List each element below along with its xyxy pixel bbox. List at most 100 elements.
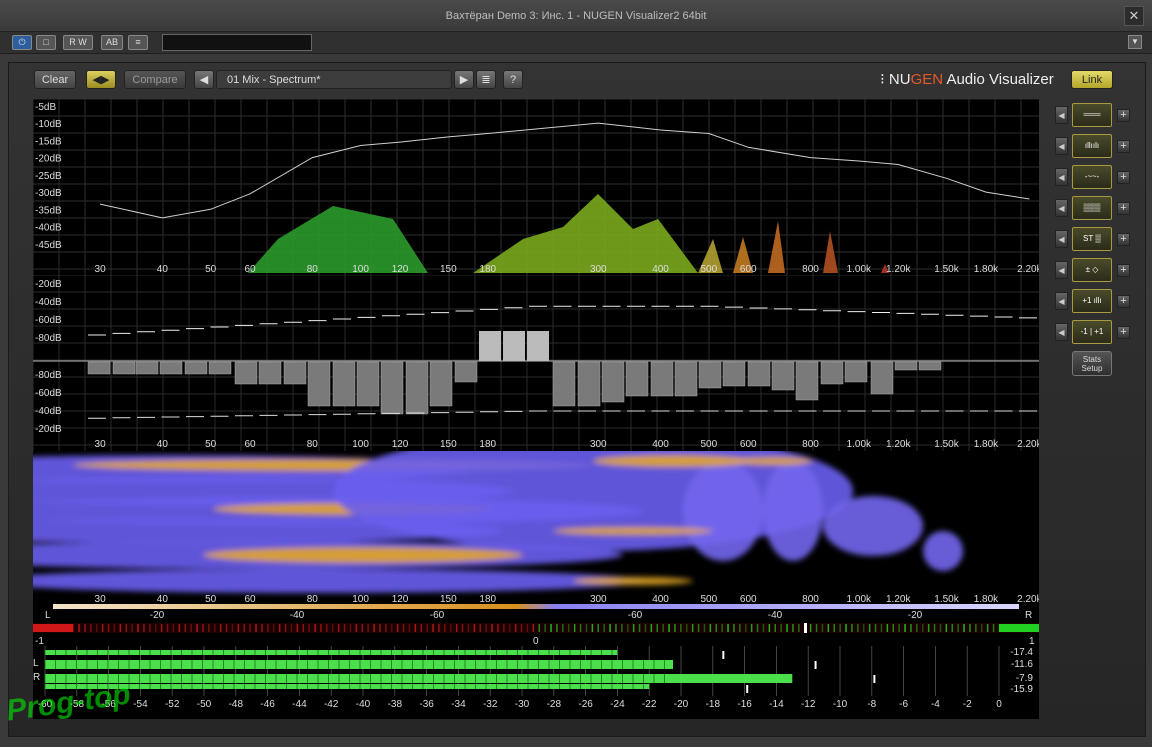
preset-name[interactable]: 01 Mix - Spectrum*	[216, 70, 452, 89]
help-button[interactable]: ?	[503, 70, 523, 89]
spectrum-peak-fill	[248, 206, 428, 273]
stats-bar-down	[332, 361, 356, 407]
correlation-tick	[373, 624, 375, 632]
bars-icon[interactable]: ıllıılı	[1072, 134, 1112, 158]
meter-peak-marker	[722, 651, 725, 659]
mode-collapse-button[interactable]: ◀	[1055, 137, 1068, 155]
correlation-tick	[479, 624, 481, 632]
stats-freq-label-5: 100	[352, 439, 369, 450]
balance-scale: -20 -40 -60 -60 -40 -20	[150, 610, 923, 621]
stats-setup-button[interactable]: Stats Setup	[1072, 351, 1112, 376]
stats-setup-label: Stats	[1082, 355, 1102, 364]
next-preset-button[interactable]: ▶	[454, 70, 474, 89]
balance-left-label: L	[45, 610, 51, 621]
mode-collapse-button[interactable]: ◀	[1055, 168, 1068, 186]
mode-collapse-button[interactable]: ◀	[1055, 323, 1068, 341]
stats-bar-down	[820, 361, 844, 385]
freq-label-14: 1.00k	[847, 264, 872, 275]
correlation-tick	[125, 624, 127, 632]
correlation-tick	[473, 624, 476, 632]
close-button[interactable]: ✕	[1124, 6, 1144, 26]
diamond-icon[interactable]: ± ◇	[1072, 258, 1112, 282]
mode-add-button[interactable]: +	[1117, 109, 1130, 122]
correlation-tick	[951, 624, 953, 632]
correlation-tick	[273, 624, 275, 632]
mode-add-button[interactable]: +	[1117, 326, 1130, 339]
stats-bar-down	[894, 361, 918, 371]
correlation-icon[interactable]: +1 ıllı	[1072, 289, 1112, 313]
correlation-tick	[255, 624, 257, 632]
correlation-tick	[750, 624, 753, 632]
correlation-tick	[857, 624, 859, 632]
stats-bar-down	[454, 361, 478, 383]
mode-add-button[interactable]: +	[1117, 171, 1130, 184]
link-arrows-button[interactable]: ◀▶	[86, 70, 116, 89]
stats-bar-up	[503, 331, 525, 361]
meter-bar	[45, 650, 618, 655]
freq-label-12: 600	[740, 264, 757, 275]
correlation-tick	[196, 624, 198, 632]
stats-bar-down	[307, 361, 331, 407]
previous-preset-button[interactable]: ◀	[194, 70, 214, 89]
stats-bar-down	[208, 361, 232, 375]
mode-collapse-button[interactable]: ◀	[1055, 199, 1068, 217]
ab-button[interactable]: AB	[101, 35, 123, 50]
host-menu-button[interactable]: ≡	[128, 35, 148, 50]
correlation-tick	[101, 624, 104, 632]
stats-bar-down	[601, 361, 625, 403]
correlation-tick	[562, 624, 564, 632]
preset-list-button[interactable]: ≣	[476, 70, 496, 89]
range-icon[interactable]: -1 | +1	[1072, 320, 1112, 344]
stats-freq-label-7: 150	[440, 439, 457, 450]
mode-collapse-button[interactable]: ◀	[1055, 106, 1068, 124]
read-write-button[interactable]: R W	[63, 35, 93, 50]
correlation-tick	[644, 624, 647, 632]
stats-freq-label-17: 1.80k	[974, 439, 999, 450]
correlation-tick	[326, 624, 328, 632]
correlation-tick	[668, 624, 670, 632]
stats-bar-down	[234, 361, 258, 385]
correlation-tick	[172, 624, 175, 632]
correlation-tick	[615, 624, 617, 632]
mode-add-button[interactable]: +	[1117, 140, 1130, 153]
plugin-window: Вахтёрaн Demo 3: Инс. 1 - NUGEN Visualiz…	[0, 0, 1152, 747]
mode-collapse-button[interactable]: ◀	[1055, 292, 1068, 310]
correlation-tick	[278, 624, 281, 632]
link-button[interactable]: Link	[1071, 70, 1113, 89]
meter-scale-9: -42	[324, 699, 339, 710]
correlation-tick	[219, 624, 222, 632]
correlation-tick	[290, 624, 293, 632]
correlation-tick	[444, 624, 446, 632]
clear-button[interactable]: Clear	[34, 70, 76, 89]
bypass-button[interactable]: □	[36, 35, 56, 50]
stats-bar-up	[479, 331, 501, 361]
power-button[interactable]: ⏻	[12, 35, 32, 50]
correlation-tick	[727, 624, 729, 632]
compare-button[interactable]: Compare	[124, 70, 186, 89]
mode-add-button[interactable]: +	[1117, 264, 1130, 277]
host-preset-field[interactable]	[162, 34, 312, 51]
correlation-tick	[898, 624, 900, 632]
correlation-tick	[544, 624, 546, 632]
host-dropdown-button[interactable]: ▼	[1128, 35, 1142, 49]
freq-label-0: 30	[95, 264, 107, 275]
mode-add-button[interactable]: +	[1117, 202, 1130, 215]
correlation-tick	[503, 624, 505, 632]
correlation-tick	[107, 624, 110, 632]
mode-collapse-button[interactable]: ◀	[1055, 261, 1068, 279]
correlation-tick	[538, 624, 540, 632]
lines-icon[interactable]: ═══	[1072, 103, 1112, 127]
correlation-tick	[556, 624, 558, 632]
correlation-tick	[845, 624, 847, 632]
correlation-tick	[349, 624, 352, 632]
mode-add-button[interactable]: +	[1117, 233, 1130, 246]
mode-collapse-button[interactable]: ◀	[1055, 230, 1068, 248]
stats-bar-down	[184, 361, 208, 375]
correlation-tick	[662, 624, 664, 632]
correlation-tick	[202, 624, 204, 632]
stats-db-top-0: -20dB	[35, 279, 62, 290]
wave-icon[interactable]: -~~-	[1072, 165, 1112, 189]
mode-add-button[interactable]: +	[1117, 295, 1130, 308]
stereo-icon[interactable]: ST ▒	[1072, 227, 1112, 251]
grid-icon[interactable]: ▒▒▒	[1072, 196, 1112, 220]
